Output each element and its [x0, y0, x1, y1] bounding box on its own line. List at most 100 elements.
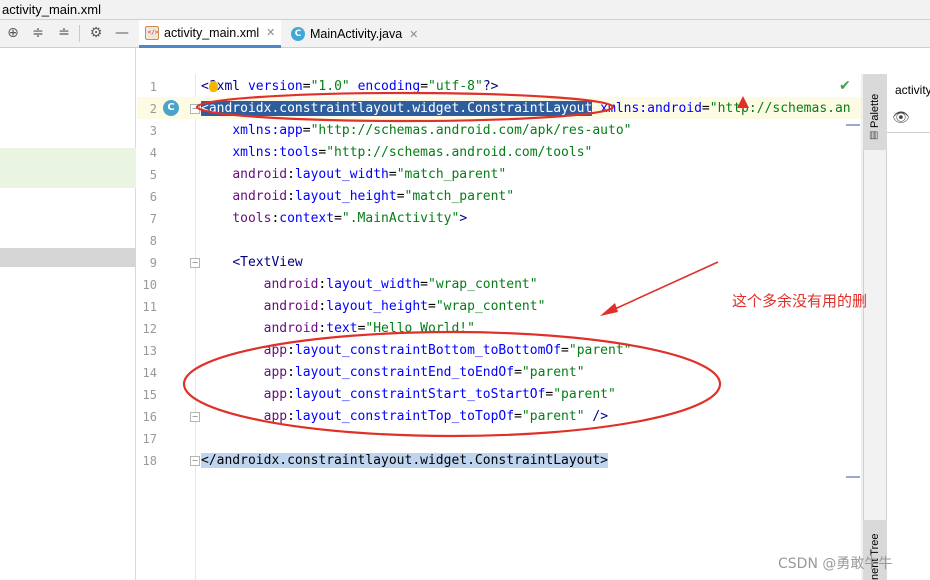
- fold-marker-icon[interactable]: −: [190, 456, 200, 466]
- project-panel: [0, 48, 136, 580]
- line-number[interactable]: 17: [137, 428, 157, 450]
- code-line[interactable]: <?xml version="1.0" encoding="utf-8"?>: [201, 76, 498, 98]
- code-token: :: [287, 409, 295, 424]
- line-number[interactable]: 15: [137, 384, 157, 406]
- line-number[interactable]: 6: [137, 186, 157, 208]
- code-token: app: [263, 343, 288, 358]
- code-line[interactable]: android:layout_width="wrap_content": [201, 274, 538, 296]
- tab-activity-main-xml[interactable]: activity_main.xml ✕: [139, 20, 282, 48]
- line-number[interactable]: 14: [137, 362, 157, 384]
- line-number[interactable]: 8: [137, 230, 157, 252]
- code-token: layout_constraintStart_toStartOf: [294, 387, 546, 402]
- fold-marker-icon[interactable]: −: [190, 412, 200, 422]
- collapse-all-icon[interactable]: ≐: [55, 24, 73, 42]
- line-number[interactable]: 7: [137, 208, 157, 230]
- stripe-marker[interactable]: [846, 476, 860, 478]
- code-token: android: [263, 321, 319, 336]
- line-number[interactable]: 13: [137, 340, 157, 362]
- crosshair-icon[interactable]: ⊕: [4, 24, 22, 42]
- code-token: "1.0": [310, 79, 350, 94]
- code-token: version: [247, 79, 303, 94]
- lightbulb-icon[interactable]: [209, 81, 218, 92]
- title-bar: activity_main.xml: [0, 0, 930, 20]
- stripe-marker[interactable]: [846, 124, 860, 126]
- panel-divider: [887, 132, 930, 133]
- code-token: layout_constraintTop_toTopOf: [294, 409, 515, 424]
- code-token: =: [302, 79, 311, 94]
- line-number[interactable]: 1: [137, 76, 157, 98]
- line-number[interactable]: 5: [137, 164, 157, 186]
- code-line[interactable]: app:layout_constraintStart_toStartOf="pa…: [201, 384, 616, 406]
- code-line[interactable]: <androidx.constraintlayout.widget.Constr…: [201, 98, 851, 120]
- code-token: app: [263, 365, 288, 380]
- code-token: <androidx.constraintlayout.widget.Constr…: [201, 101, 593, 116]
- code-line[interactable]: </androidx.constraintlayout.widget.Const…: [201, 450, 608, 472]
- project-tree-highlight: [0, 148, 136, 188]
- minimize-icon[interactable]: —: [113, 24, 131, 42]
- line-number[interactable]: 2: [137, 98, 157, 120]
- code-token: android: [263, 299, 319, 314]
- code-line[interactable]: android:layout_width="match_parent": [201, 164, 506, 186]
- expand-all-icon[interactable]: ≑: [29, 24, 47, 42]
- line-number[interactable]: 11: [137, 296, 157, 318]
- code-token: "parent": [568, 343, 632, 358]
- code-token: >: [459, 211, 468, 226]
- code-token: android: [232, 167, 288, 182]
- code-line[interactable]: <TextView: [201, 252, 302, 274]
- line-number[interactable]: 12: [137, 318, 157, 340]
- line-number[interactable]: 10: [137, 274, 157, 296]
- window-title: activity_main.xml: [2, 2, 101, 17]
- code-token: layout_width: [326, 277, 421, 292]
- code-line[interactable]: app:layout_constraintTop_toTopOf="parent…: [201, 406, 608, 428]
- code-line[interactable]: app:layout_constraintEnd_toEndOf="parent…: [201, 362, 585, 384]
- code-line[interactable]: app:layout_constraintBottom_toBottomOf="…: [201, 340, 632, 362]
- code-line[interactable]: android:layout_height="match_parent": [201, 186, 514, 208]
- tab-label: MainActivity.java: [310, 27, 403, 41]
- code-token: />: [584, 409, 609, 424]
- fold-marker-icon[interactable]: −: [190, 104, 200, 114]
- code-token: layout_constraintEnd_toEndOf: [294, 365, 515, 380]
- eye-icon[interactable]: 👁: [892, 110, 910, 126]
- java-class-icon: C: [291, 27, 305, 41]
- line-number[interactable]: 3: [137, 120, 157, 142]
- line-number[interactable]: 4: [137, 142, 157, 164]
- code-token: android: [263, 277, 319, 292]
- code-line[interactable]: xmlns:app="http://schemas.android.com/ap…: [201, 120, 631, 142]
- gear-icon[interactable]: ⚙: [87, 24, 105, 42]
- project-tree-selected-row[interactable]: [0, 248, 136, 267]
- close-icon[interactable]: ✕: [266, 26, 275, 39]
- code-token: "parent": [521, 365, 585, 380]
- xml-file-icon: [145, 25, 160, 40]
- code-line[interactable]: xmlns:tools="http://schemas.android.com/…: [201, 142, 592, 164]
- design-panel-title: activity: [895, 83, 930, 97]
- line-number[interactable]: 16: [137, 406, 157, 428]
- line-number[interactable]: 9: [137, 252, 157, 274]
- close-icon[interactable]: ✕: [409, 28, 418, 41]
- code-token: :: [287, 387, 295, 402]
- editor-top-padding: [137, 48, 861, 74]
- code-token: :: [287, 365, 295, 380]
- palette-icon: ▥: [869, 130, 879, 141]
- code-line[interactable]: android:layout_height="wrap_content": [201, 296, 546, 318]
- tab-mainactivity-java[interactable]: C MainActivity.java ✕: [285, 20, 424, 48]
- code-token: layout_height: [294, 189, 397, 204]
- palette-tab[interactable]: Palette ▥: [863, 74, 887, 150]
- line-number[interactable]: 18: [137, 450, 157, 472]
- code-line[interactable]: android:text="Hello World!": [201, 318, 475, 340]
- code-token: "parent": [521, 409, 585, 424]
- fold-marker-icon[interactable]: −: [190, 258, 200, 268]
- code-token: xmlns:tools: [232, 145, 319, 160]
- code-token: "parent": [553, 387, 616, 402]
- code-line[interactable]: tools:context=".MainActivity">: [201, 208, 467, 230]
- code-token: "Hello World!": [365, 321, 475, 336]
- class-gutter-icon[interactable]: C: [163, 100, 179, 116]
- tab-label: activity_main.xml: [164, 25, 260, 40]
